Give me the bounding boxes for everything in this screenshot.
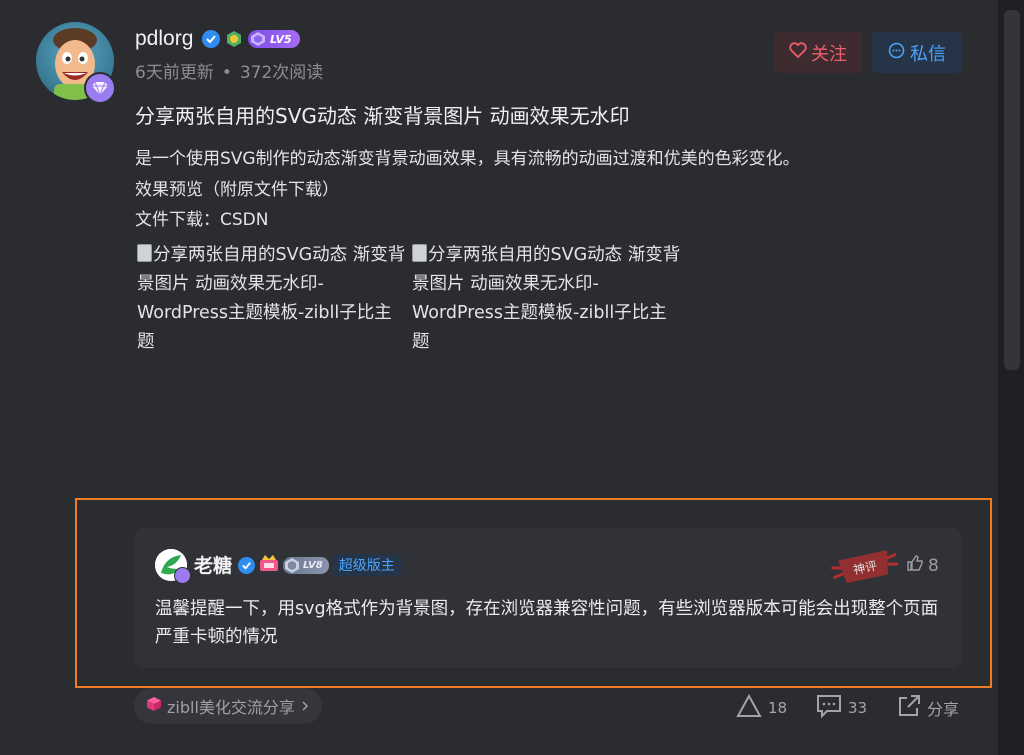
follow-button[interactable]: 关注 (774, 32, 862, 73)
post-download-line[interactable]: 文件下载：CSDN (135, 205, 268, 230)
verified-icon (202, 30, 220, 48)
broken-image-icon (137, 244, 152, 262)
scrollbar-track[interactable] (998, 0, 1024, 755)
moderator-icon (259, 554, 279, 576)
comment-like-button[interactable]: 8 (906, 554, 939, 577)
broken-image-icon (412, 244, 427, 262)
chat-bubble-icon (888, 42, 905, 64)
share-button[interactable]: 分享 (897, 694, 959, 722)
role-tag: 超级版主 (332, 554, 401, 576)
share-icon (897, 694, 921, 722)
medal-icon (225, 30, 243, 48)
message-button[interactable]: 私信 (872, 32, 962, 73)
comment-text: 温馨提醒一下，用svg格式作为背景图，存在浏览器兼容性问题，有些浏览器版本可能会… (155, 599, 939, 647)
comment-icon (816, 694, 842, 722)
follow-label: 关注 (811, 43, 847, 65)
top-comment-stamp: 神评 (830, 545, 900, 593)
triangle-like-icon (736, 693, 762, 722)
author-name[interactable]: pdlorg (135, 27, 193, 51)
commenter-name[interactable]: 老糖 (194, 551, 232, 578)
author-badges: LV5 (202, 30, 300, 48)
post-comment-count: 33 (848, 699, 868, 717)
scrollbar-thumb[interactable] (1004, 10, 1020, 370)
post-comment-button[interactable]: 33 (816, 694, 867, 722)
thumb-up-icon (906, 554, 924, 577)
post-description: 是一个使用SVG制作的动态渐变背景动画效果，具有流畅的动画过渡和优美的色彩变化。 (135, 149, 800, 169)
share-label: 分享 (927, 700, 960, 719)
image-alt-text: 分享两张自用的SVG动态 渐变背景图片 动画效果无水印-WordPress主题模… (137, 245, 406, 352)
post-preview-line: 效果预览（附原文件下载） (135, 180, 339, 200)
commenter-vip-badge-icon (174, 567, 191, 584)
author-level-text: LV5 (270, 32, 292, 46)
vip-diamond-badge-icon (84, 72, 116, 104)
topic-tag[interactable]: zibll美化交流分享 (134, 688, 322, 724)
post-meta: 6天前更新 • 372次阅读 (135, 63, 324, 83)
comment-like-count: 8 (928, 555, 939, 576)
post-like-button[interactable]: 18 (736, 693, 788, 722)
message-label: 私信 (910, 43, 946, 65)
commenter-level-badge: LV8 (283, 556, 329, 574)
author-level-badge: LV5 (248, 30, 300, 48)
updated-time: 6天前更新 (135, 63, 214, 83)
cube-icon (146, 696, 162, 716)
commenter-badges: LV8 超级版主 (238, 554, 401, 576)
chevron-right-icon (300, 697, 310, 716)
view-count: 372次阅读 (239, 63, 324, 83)
broken-image-2[interactable]: 分享两张自用的SVG动态 渐变背景图片 动画效果无水印-WordPress主题模… (412, 241, 684, 357)
post-title[interactable]: 分享两张自用的SVG动态 渐变背景图片 动画效果无水印 (135, 100, 630, 129)
verified-icon (238, 556, 255, 574)
topic-label: zibll美化交流分享 (167, 698, 295, 717)
heart-icon (789, 42, 807, 63)
post-like-count: 18 (768, 699, 788, 717)
broken-image-1[interactable]: 分享两张自用的SVG动态 渐变背景图片 动画效果无水印-WordPress主题模… (137, 241, 409, 357)
commenter-level-text: LV8 (303, 559, 323, 571)
image-alt-text: 分享两张自用的SVG动态 渐变背景图片 动画效果无水印-WordPress主题模… (412, 245, 681, 352)
